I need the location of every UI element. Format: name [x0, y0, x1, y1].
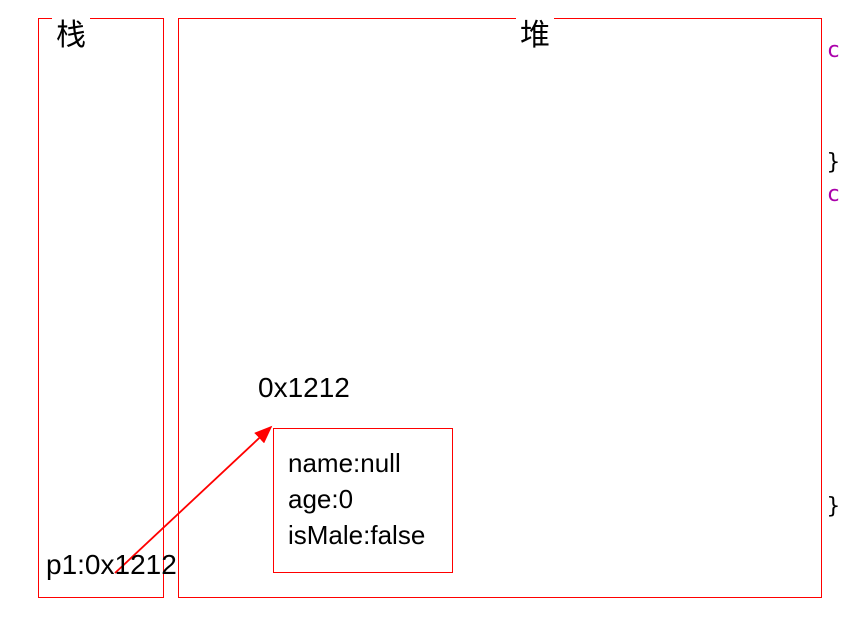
object-field-age: age:0	[288, 481, 438, 517]
side-code-fragment-1: c	[827, 38, 840, 63]
object-field-ismale: isMale:false	[288, 517, 438, 553]
stack-label: 栈	[52, 10, 90, 54]
diagram-canvas: 栈 堆 0x1212 name:null age:0 isMale:false …	[0, 0, 841, 617]
object-field-name: name:null	[288, 445, 438, 481]
stack-region	[38, 18, 164, 598]
side-code-fragment-4: }	[827, 494, 840, 519]
heap-label: 堆	[516, 10, 554, 54]
side-code-fragment-3: c	[827, 182, 840, 207]
object-address-label: 0x1212	[258, 372, 350, 404]
stack-pointer-variable: p1:0x1212	[46, 549, 177, 581]
heap-object-box: name:null age:0 isMale:false	[273, 428, 453, 573]
side-code-fragment-2: }	[827, 150, 840, 175]
